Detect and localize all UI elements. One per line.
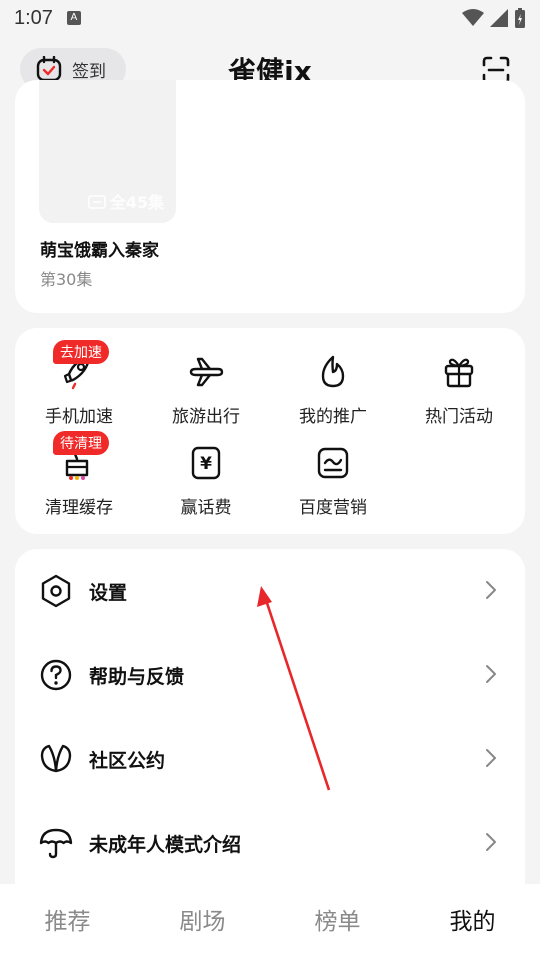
tool-label: 手机加速 xyxy=(45,407,113,427)
tool-label: 热门活动 xyxy=(425,407,493,427)
tool-label: 旅游出行 xyxy=(172,407,240,427)
drama-title[interactable]: 萌宝饿霸入秦家 xyxy=(40,236,159,261)
tab-mine[interactable]: 我的 xyxy=(405,884,540,960)
chevron-right-icon xyxy=(486,581,496,599)
menu-label: 设置 xyxy=(89,581,128,604)
tv-icon xyxy=(87,195,106,209)
status-bar: 1:07 A xyxy=(0,0,540,36)
notification-icon: A xyxy=(66,11,81,25)
menu-item-settings[interactable]: 设置 xyxy=(15,549,525,633)
settings-menu-card: 设置 帮助与反馈 社区公约 未成年人模式介绍 xyxy=(15,549,525,929)
menu-label: 未成年人模式介绍 xyxy=(89,833,242,856)
tool-baidu-marketing[interactable]: 百度营销 xyxy=(273,445,393,518)
menu-item-help-feedback[interactable]: 帮助与反馈 xyxy=(15,633,525,717)
menu-item-minor-mode[interactable]: 未成年人模式介绍 xyxy=(15,801,525,885)
wifi-icon xyxy=(462,9,484,26)
status-icons xyxy=(462,8,526,28)
tool-win-credit[interactable]: ¥ 赢话费 xyxy=(146,445,266,518)
umbrella-icon xyxy=(39,828,73,859)
marketing-chart-icon xyxy=(317,447,349,479)
signal-icon xyxy=(490,9,508,27)
airplane-icon xyxy=(189,357,224,387)
menu-label: 帮助与反馈 xyxy=(89,665,185,688)
yen-icon: ¥ xyxy=(191,446,221,480)
leaf-icon xyxy=(40,744,72,773)
status-time: 1:07 xyxy=(14,6,53,29)
episode-count-badge: 全45集 xyxy=(87,189,164,213)
drama-thumbnail[interactable]: 全45集 xyxy=(39,80,176,223)
watch-history-card: 全45集 萌宝饿霸入秦家 第30集 xyxy=(15,80,525,313)
bottom-tab-bar: 推荐 剧场 榜单 我的 xyxy=(0,884,540,960)
chevron-right-icon xyxy=(486,833,496,851)
clean-badge: 待清理 xyxy=(53,431,109,455)
menu-item-community-rules[interactable]: 社区公约 xyxy=(15,717,525,801)
tool-promotion[interactable]: 我的推广 xyxy=(273,354,393,427)
chevron-right-icon xyxy=(486,749,496,767)
tool-travel[interactable]: 旅游出行 xyxy=(146,354,266,427)
chevron-right-icon xyxy=(486,665,496,683)
tab-theater[interactable]: 剧场 xyxy=(135,884,270,960)
menu-label: 社区公约 xyxy=(89,749,166,772)
battery-icon xyxy=(515,8,525,28)
tool-events[interactable]: 热门活动 xyxy=(399,354,519,427)
tool-label: 我的推广 xyxy=(299,407,367,427)
svg-text:¥: ¥ xyxy=(200,454,212,474)
flame-icon xyxy=(321,355,345,388)
tool-label: 百度营销 xyxy=(299,498,367,518)
tools-card: 去加速 手机加速 旅游出行 我的推广 热门活动 待清理 清理缓存 ¥ 赢话费 百… xyxy=(15,328,525,534)
tool-phone-boost[interactable]: 去加速 手机加速 xyxy=(19,340,139,427)
tool-label: 赢话费 xyxy=(180,498,232,518)
tool-label: 清理缓存 xyxy=(45,498,113,518)
gear-icon xyxy=(41,574,71,608)
gift-icon xyxy=(444,358,474,388)
episode-count: 全45集 xyxy=(109,193,164,212)
tool-clear-cache[interactable]: 待清理 清理缓存 xyxy=(19,431,139,518)
tab-rankings[interactable]: 榜单 xyxy=(270,884,405,960)
help-icon xyxy=(40,659,72,691)
boost-badge: 去加速 xyxy=(53,340,109,364)
drama-episode: 第30集 xyxy=(40,270,93,289)
tab-recommend[interactable]: 推荐 xyxy=(0,884,135,960)
